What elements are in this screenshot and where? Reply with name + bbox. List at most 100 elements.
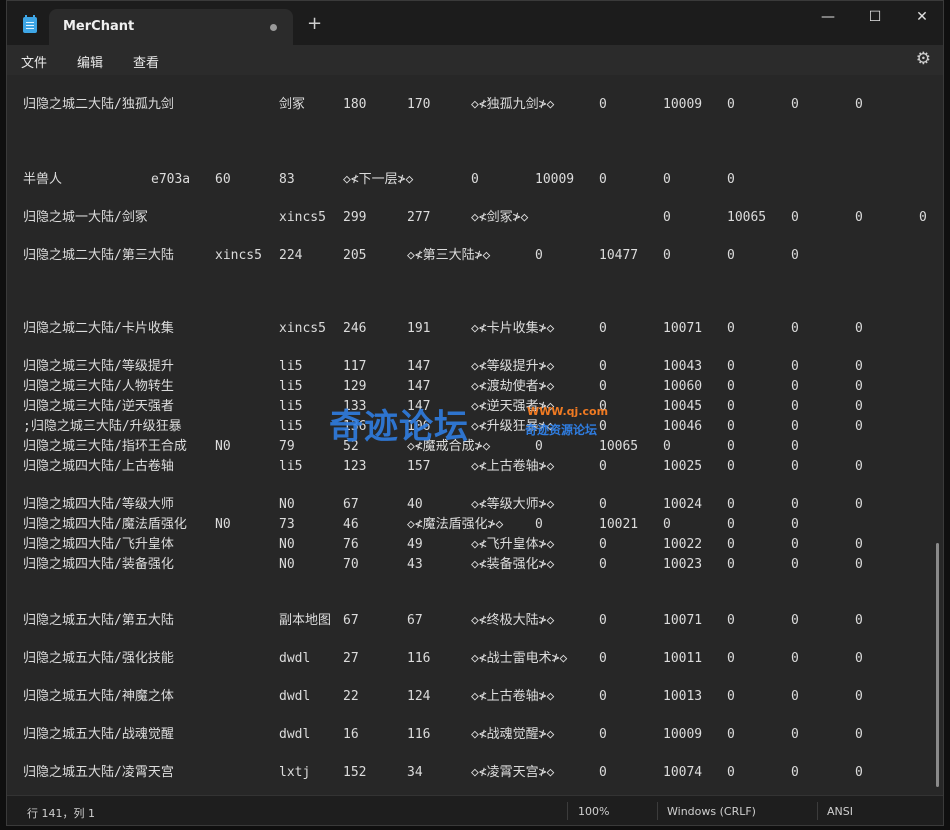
text-field: 归隐之城五大陆/凌霄天宫: [23, 765, 174, 780]
text-field: 0: [791, 379, 799, 394]
text-field: ◇≮等级提升≯◇: [471, 359, 555, 374]
text-field: 0: [855, 97, 863, 112]
text-field: 67: [343, 613, 359, 628]
text-field: 0: [791, 419, 799, 434]
text-field: 0: [727, 497, 735, 512]
text-field: 0: [855, 459, 863, 474]
menu-bar: 文件 编辑 查看 ⚙: [7, 45, 943, 75]
text-field: N0: [215, 439, 231, 454]
text-field: 0: [599, 613, 607, 628]
text-field: 0: [791, 359, 799, 374]
text-field: 10023: [663, 557, 703, 572]
status-divider: [817, 802, 818, 820]
line-ending[interactable]: Windows (CRLF): [667, 805, 756, 818]
text-field: 10011: [663, 651, 703, 666]
text-line: ;归隐之城三大陆/升级狂暴 li5 136 106 ◇≮升级狂暴≯◇ 0 10046 0 0 0: [7, 417, 943, 437]
text-field: ◇≮独孤九剑≯◇: [471, 97, 555, 112]
text-field: ◇≮凌霄天宫≯◇: [471, 765, 555, 780]
text-field: 0: [599, 419, 607, 434]
text-field: 0: [727, 689, 735, 704]
text-field: 归隐之城四大陆/等级大师: [23, 497, 174, 512]
text-field: 0: [727, 399, 735, 414]
encoding[interactable]: ANSI: [827, 805, 853, 818]
settings-gear-icon[interactable]: ⚙: [916, 49, 931, 69]
text-field: 0: [727, 379, 735, 394]
text-field: 0: [599, 497, 607, 512]
text-field: 10013: [663, 689, 703, 704]
text-field: 0: [791, 613, 799, 628]
text-field: 0: [855, 765, 863, 780]
text-field: 0: [791, 439, 799, 454]
text-field: 0: [727, 359, 735, 374]
text-field: 归隐之城三大陆/人物转生: [23, 379, 174, 394]
menu-file[interactable]: 文件: [21, 52, 47, 71]
text-line: 归隐之城五大陆/神魔之体 dwdl 22 124 ◇≮上古卷轴≯◇ 0 10013 0 0 0: [7, 687, 943, 707]
tab-merchant[interactable]: MerChant: [49, 9, 293, 45]
text-field: 0: [791, 459, 799, 474]
text-field: 10065: [599, 439, 639, 454]
text-field: ◇≮逆天强者≯◇: [471, 399, 555, 414]
text-field: 剑冢: [279, 97, 306, 112]
text-field: ◇≮魔戒合成≯◇: [407, 439, 491, 454]
tab-title: MerChant: [63, 19, 135, 34]
text-field: 0: [727, 97, 735, 112]
text-field: 133: [343, 399, 367, 414]
text-field: 归隐之城二大陆/卡片收集: [23, 321, 174, 336]
text-field: 归隐之城一大陆/剑冢: [23, 210, 148, 225]
text-editor[interactable]: 归隐之城二大陆/独孤九剑 剑冢 180 170 ◇≮独孤九剑≯◇ 0 10009 0 0 0 半兽人…: [7, 75, 943, 795]
text-field: 10477: [599, 248, 639, 263]
text-field: 归隐之城二大陆/第三大陆: [23, 248, 174, 263]
text-field: 0: [791, 497, 799, 512]
text-field: 0: [599, 689, 607, 704]
text-field: 0: [599, 557, 607, 572]
text-field: 0: [599, 727, 607, 742]
close-button[interactable]: ✕: [907, 7, 937, 27]
text-line: 归隐之城四大陆/装备强化 N0 70 43 ◇≮装备强化≯◇ 0 10023 0 0 0: [7, 555, 943, 575]
text-field: 0: [599, 379, 607, 394]
zoom-level[interactable]: 100%: [578, 805, 609, 818]
text-field: ◇≮剑冢≯◇: [471, 210, 529, 225]
text-field: 0: [855, 419, 863, 434]
text-field: 0: [855, 727, 863, 742]
maximize-button[interactable]: ☐: [860, 7, 890, 27]
text-field: 0: [855, 399, 863, 414]
text-field: 246: [343, 321, 367, 336]
text-field: 10009: [535, 172, 575, 187]
text-field: 152: [343, 765, 367, 780]
text-line: 归隐之城二大陆/卡片收集 xincs5 246 191 ◇≮卡片收集≯◇ 0 10071 0 0…: [7, 319, 943, 339]
menu-view[interactable]: 查看: [133, 52, 159, 71]
text-field: dwdl: [279, 727, 311, 742]
text-line: 归隐之城三大陆/人物转生 li5 129 147 ◇≮渡劫使者≯◇ 0 10060 0 0 0: [7, 377, 943, 397]
text-field: 0: [791, 248, 799, 263]
text-field: 10021: [599, 517, 639, 532]
text-field: li5: [279, 379, 303, 394]
text-field: 0: [727, 517, 735, 532]
text-field: 10060: [663, 379, 703, 394]
text-field: 0: [599, 765, 607, 780]
text-field: N0: [279, 537, 295, 552]
new-tab-button[interactable]: +: [307, 14, 322, 34]
text-field: 10071: [663, 321, 703, 336]
text-field: 52: [343, 439, 359, 454]
text-field: 170: [407, 97, 431, 112]
text-field: 归隐之城五大陆/强化技能: [23, 651, 174, 666]
text-field: 0: [791, 517, 799, 532]
text-field: 43: [407, 557, 423, 572]
unsaved-dot-icon[interactable]: [270, 24, 277, 31]
text-field: 0: [599, 172, 607, 187]
text-field: 116: [407, 651, 431, 666]
text-field: xincs5: [279, 321, 326, 336]
text-line: 归隐之城四大陆/上古卷轴 li5 123 157 ◇≮上古卷轴≯◇ 0 10025 0 0 0: [7, 457, 943, 477]
text-field: 归隐之城二大陆/独孤九剑: [23, 97, 174, 112]
text-field: 0: [535, 517, 543, 532]
menu-edit[interactable]: 编辑: [77, 52, 103, 71]
text-field: 299: [343, 210, 367, 225]
text-field: li5: [279, 419, 303, 434]
minimize-button[interactable]: —: [813, 7, 843, 27]
text-field: 0: [855, 613, 863, 628]
text-field: 136: [343, 419, 367, 434]
text-field: 0: [727, 321, 735, 336]
text-field: 67: [343, 497, 359, 512]
text-field: ◇≮卡片收集≯◇: [471, 321, 555, 336]
text-field: 归隐之城四大陆/飞升皇体: [23, 537, 174, 552]
